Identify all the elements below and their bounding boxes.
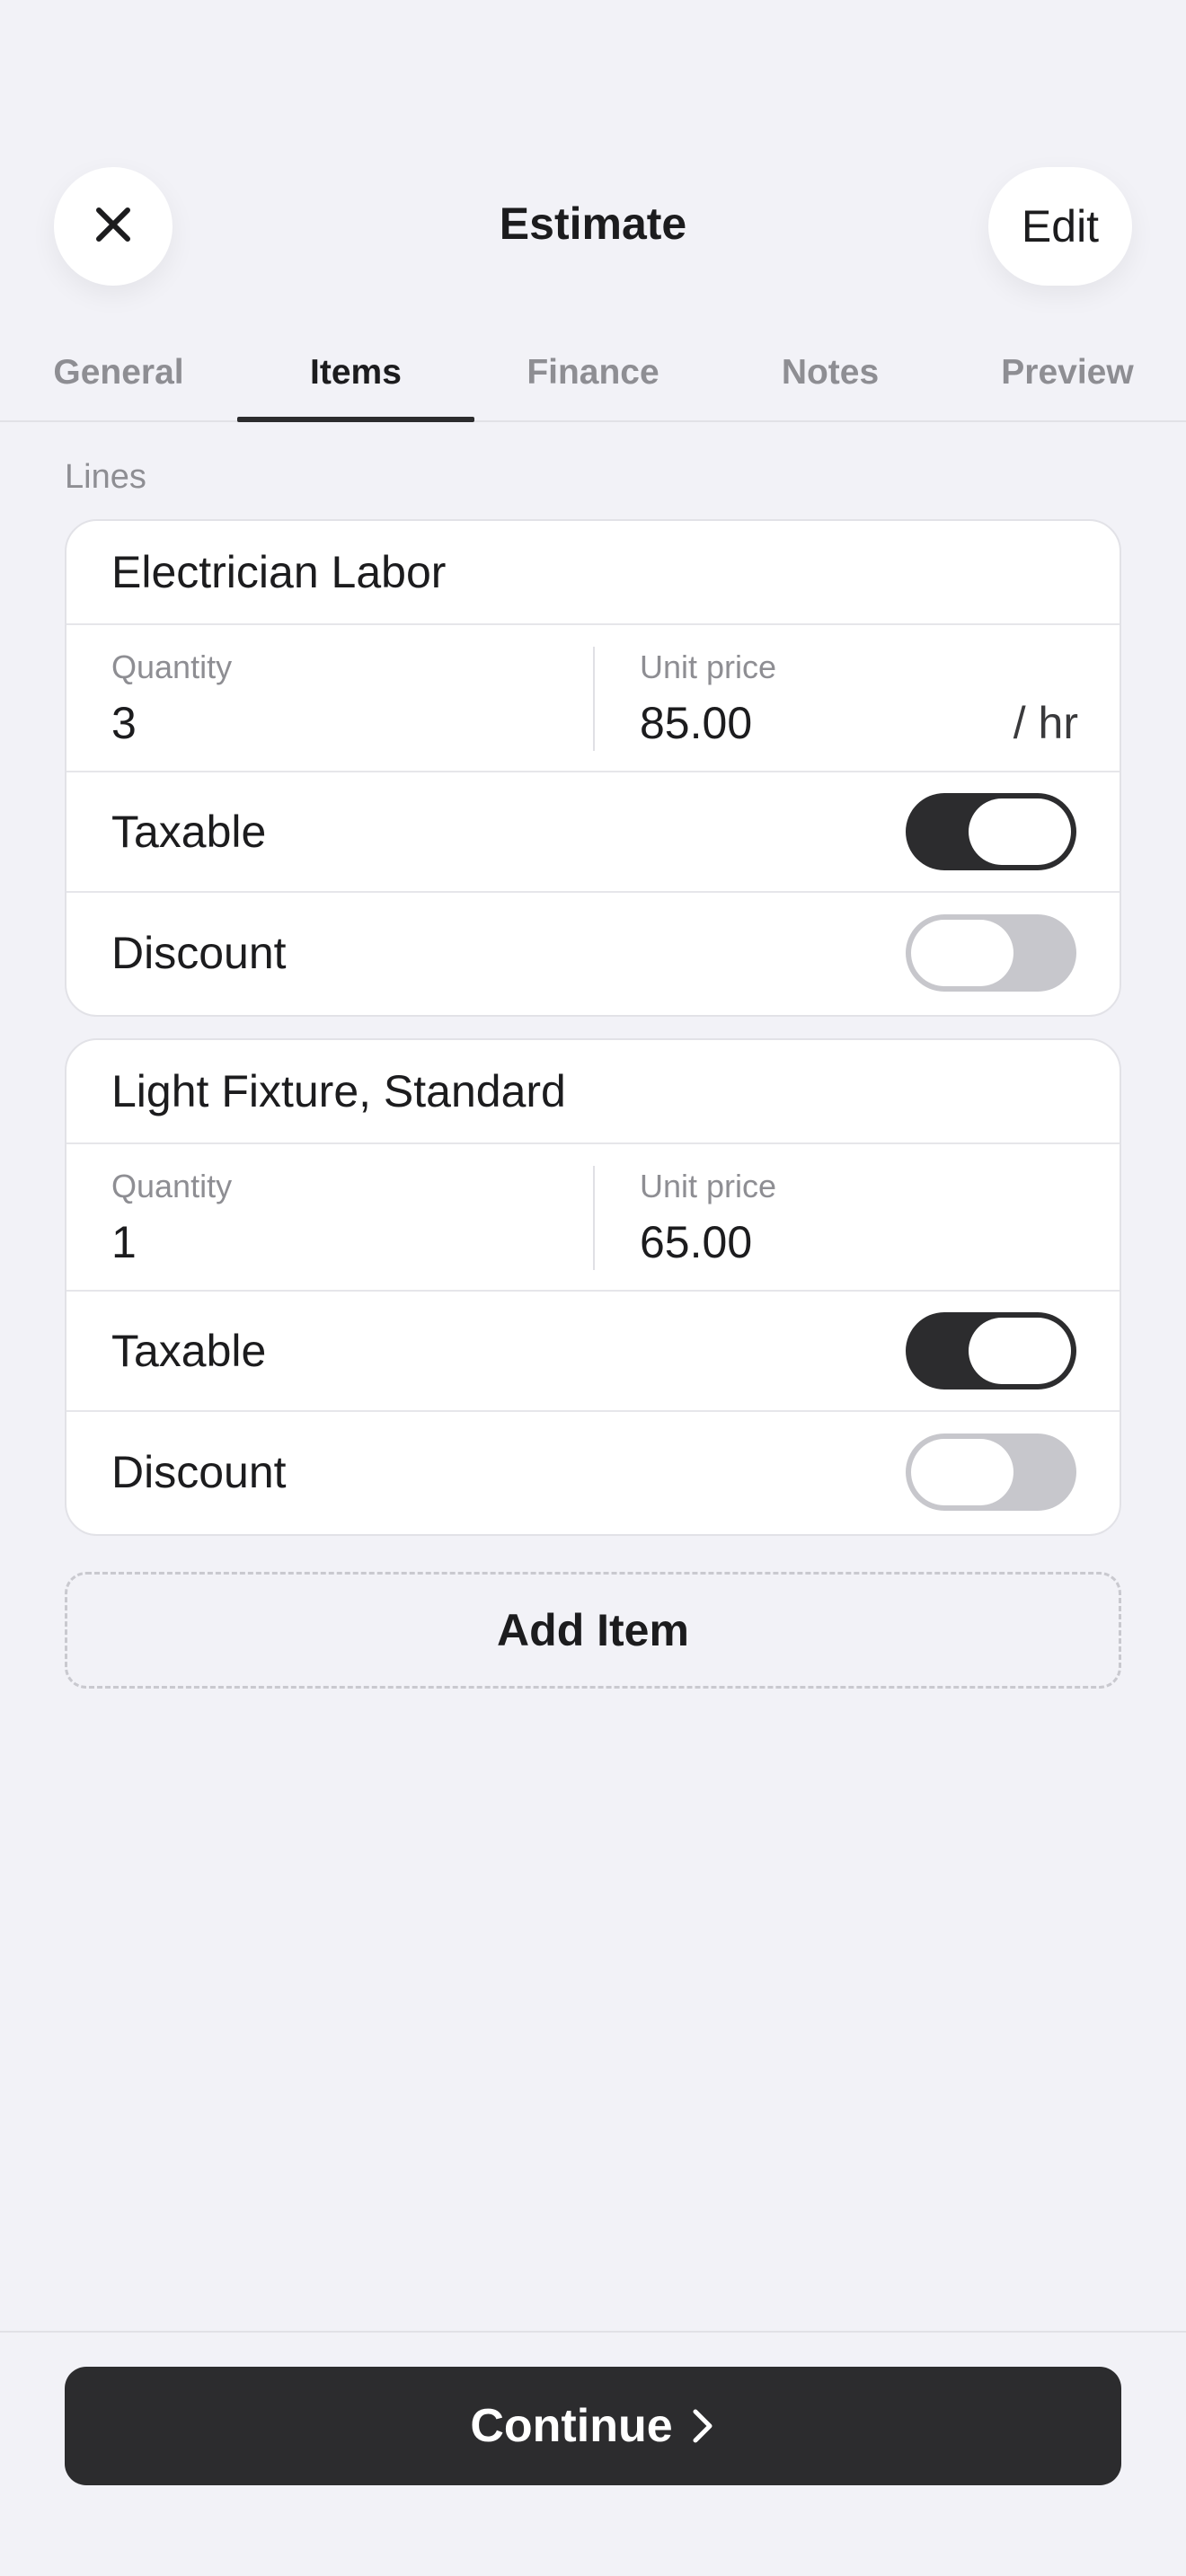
item-fields-row: Quantity 1 Unit price 65.00: [66, 1144, 1120, 1292]
discount-label: Discount: [111, 1447, 287, 1497]
footer: Continue: [0, 2331, 1186, 2576]
estimate-screen: Estimate Edit General Items Finance Note…: [0, 0, 1186, 2576]
toggle-knob: [969, 1318, 1071, 1384]
edit-button[interactable]: Edit: [988, 167, 1132, 286]
taxable-row: Taxable: [66, 772, 1120, 893]
line-item-card: Electrician Labor Quantity 3 Unit price …: [65, 519, 1121, 1017]
toggle-knob: [911, 1439, 1013, 1505]
field-divider: [593, 1166, 595, 1270]
taxable-label: Taxable: [111, 807, 267, 857]
field-divider: [593, 647, 595, 751]
quantity-value: 3: [111, 698, 137, 748]
discount-toggle[interactable]: [906, 1434, 1076, 1511]
taxable-row: Taxable: [66, 1292, 1120, 1412]
line-item-card: Light Fixture, Standard Quantity 1 Unit …: [65, 1038, 1121, 1536]
unit-price-value: 85.00: [640, 698, 753, 748]
continue-label: Continue: [470, 2400, 673, 2452]
quantity-label: Quantity: [111, 648, 233, 685]
unit-price-label: Unit price: [640, 648, 777, 685]
active-tab-indicator: [237, 417, 474, 422]
item-name-field[interactable]: Light Fixture, Standard: [66, 1040, 1120, 1144]
discount-row: Discount: [66, 1412, 1120, 1532]
unit-price-value: 65.00: [640, 1217, 753, 1267]
unit-price-field[interactable]: Unit price 85.00 / hr: [640, 625, 1078, 772]
discount-row: Discount: [66, 893, 1120, 1013]
toggle-knob: [969, 798, 1071, 865]
tab-general[interactable]: General: [0, 323, 237, 422]
tab-items[interactable]: Items: [237, 323, 474, 422]
unit-price-field[interactable]: Unit price 65.00: [640, 1144, 1078, 1292]
unit-suffix: / hr: [1013, 698, 1078, 748]
tab-bar: General Items Finance Notes Preview: [0, 323, 1186, 422]
edit-button-label: Edit: [1021, 201, 1100, 251]
taxable-toggle[interactable]: [906, 1312, 1076, 1389]
add-item-button[interactable]: Add Item: [65, 1572, 1121, 1689]
quantity-field[interactable]: Quantity 1: [111, 1144, 579, 1292]
item-fields-row: Quantity 3 Unit price 85.00 / hr: [66, 625, 1120, 772]
discount-toggle[interactable]: [906, 914, 1076, 992]
quantity-label: Quantity: [111, 1168, 233, 1204]
taxable-label: Taxable: [111, 1326, 267, 1376]
toggle-knob: [911, 920, 1013, 986]
tab-preview[interactable]: Preview: [949, 323, 1186, 422]
taxable-toggle[interactable]: [906, 793, 1076, 870]
tab-notes[interactable]: Notes: [712, 323, 949, 422]
discount-label: Discount: [111, 928, 287, 978]
item-name-field[interactable]: Electrician Labor: [66, 521, 1120, 625]
tab-finance[interactable]: Finance: [474, 323, 712, 422]
continue-button[interactable]: Continue: [65, 2367, 1121, 2485]
header: Estimate Edit: [0, 0, 1186, 296]
quantity-value: 1: [111, 1217, 137, 1267]
quantity-field[interactable]: Quantity 3: [111, 625, 579, 772]
section-label: Lines: [65, 458, 146, 496]
unit-price-label: Unit price: [640, 1168, 777, 1204]
chevron-right-icon: [689, 2406, 716, 2446]
